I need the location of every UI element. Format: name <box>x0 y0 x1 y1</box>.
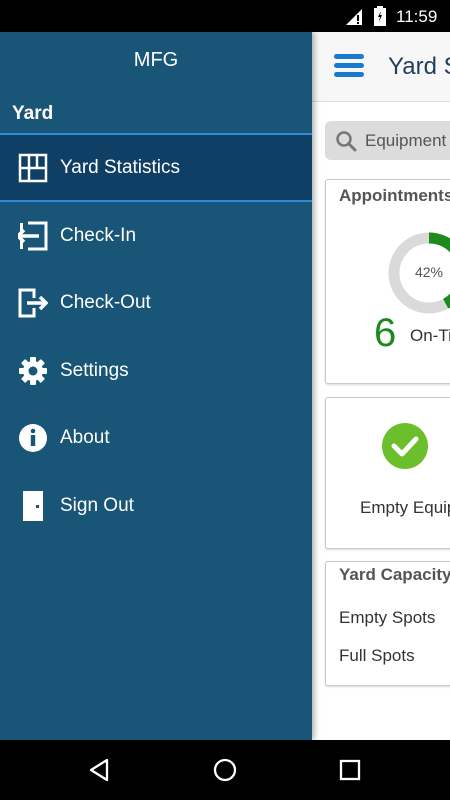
empty-spots-label: Empty Spots <box>339 608 436 627</box>
drawer-item-label: Yard Statistics <box>60 157 181 178</box>
battery-icon <box>374 6 386 26</box>
check-circle-icon <box>382 423 428 469</box>
menu-icon[interactable] <box>334 54 364 78</box>
drawer-item-label: Settings <box>60 360 129 381</box>
on-time-label: On-Time <box>410 326 450 345</box>
home-icon[interactable] <box>212 757 238 783</box>
drawer-item-about[interactable]: About <box>0 405 312 471</box>
drawer-divider <box>0 200 312 202</box>
yard-capacity-title: Yard Capacity <box>339 565 450 584</box>
app-header: Yard Statistics <box>312 32 450 102</box>
search-placeholder: Equipment <box>365 131 447 150</box>
yard-statistics-screen: Yard Statistics Equipment Appointments 4… <box>0 32 450 740</box>
recent-apps-icon[interactable] <box>337 757 363 783</box>
grid-icon <box>18 153 48 183</box>
drawer-header: MFG <box>0 32 312 88</box>
drawer-item-check-out[interactable]: Check-Out <box>0 270 312 336</box>
drawer-item-sign-out[interactable]: Sign Out <box>0 473 312 539</box>
gear-icon <box>19 357 47 385</box>
back-icon[interactable] <box>87 757 113 783</box>
search-icon <box>336 131 357 152</box>
check-out-icon <box>18 288 48 318</box>
system-navigation-bar <box>0 740 450 800</box>
empty-equipment-card[interactable]: Empty Equipment <box>325 397 450 549</box>
drawer-item-check-in[interactable]: Check-In <box>0 203 312 269</box>
appointments-card[interactable]: Appointments 42% 6 On-Time <box>325 179 450 384</box>
drawer-app-name: MFG <box>133 49 179 71</box>
drawer-item-yard-statistics[interactable]: Yard Statistics <box>0 135 312 201</box>
drawer-section-title: Yard <box>12 103 54 124</box>
equipment-search-input[interactable]: Equipment <box>325 121 450 160</box>
info-icon <box>19 424 47 452</box>
appointments-title: Appointments <box>339 186 450 205</box>
drawer-item-label: Sign Out <box>60 495 134 516</box>
appointments-percent: 42% <box>414 264 444 280</box>
drawer-item-settings[interactable]: Settings <box>0 338 312 404</box>
page-title: Yard Statistics <box>388 53 450 80</box>
empty-equipment-label: Empty Equipment <box>360 498 450 517</box>
on-time-count: 6 <box>374 311 397 355</box>
drawer-item-label: About <box>60 427 110 448</box>
full-spots-label: Full Spots <box>339 646 415 665</box>
status-time: 11:59 <box>396 7 438 26</box>
drawer-item-label: Check-Out <box>60 292 151 313</box>
drawer-item-label: Check-In <box>60 225 137 246</box>
yard-capacity-card[interactable]: Yard Capacity Empty Spots Full Spots <box>325 561 450 686</box>
signal-icon <box>346 9 362 25</box>
status-bar: 11:59 <box>0 0 450 32</box>
navigation-drawer: MFG Yard Yard Statistics Check-In Check-… <box>0 32 312 740</box>
check-in-icon <box>18 221 48 251</box>
door-icon <box>23 491 43 521</box>
